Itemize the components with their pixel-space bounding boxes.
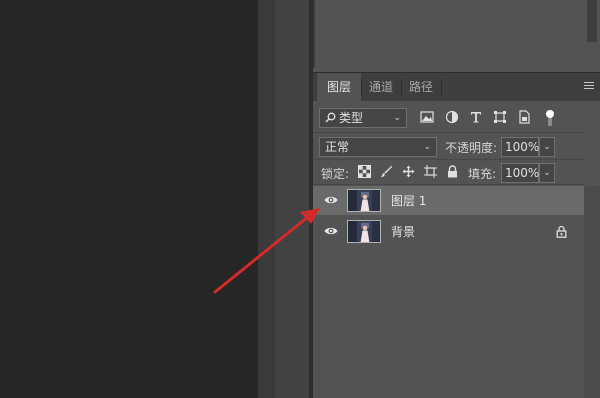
filter-kind-label: 类型 <box>339 111 364 125</box>
lock-all-icon[interactable] <box>446 165 459 178</box>
tab-channels[interactable]: 通道 <box>361 73 401 101</box>
row-separator <box>313 159 585 160</box>
lock-artboard-icon[interactable] <box>424 165 437 178</box>
panel-menu-icon[interactable] <box>584 82 594 91</box>
lock-label: 锁定: <box>321 167 350 181</box>
layers-panel-dock: 图层 通道 路径 类型 ⌄ 正常 ⌄ 不透明度: 100% ⌄ 锁定: 填充: … <box>313 0 600 398</box>
smart-object-filter-icon[interactable] <box>517 110 531 124</box>
upper-panel <box>313 0 600 68</box>
tool-strip <box>258 0 275 398</box>
lock-position-icon[interactable] <box>402 165 415 178</box>
adjustment-filter-icon[interactable] <box>445 110 459 124</box>
collapsed-panel-strip <box>275 0 309 398</box>
row-separator <box>313 132 585 133</box>
upper-panel-scrollbar[interactable] <box>587 0 597 42</box>
image-filter-icon[interactable] <box>420 110 434 124</box>
eye-icon[interactable] <box>324 195 338 205</box>
type-filter-icon[interactable] <box>469 110 483 124</box>
fill-input[interactable]: 100% <box>501 163 539 183</box>
lock-icon[interactable] <box>556 225 567 238</box>
shape-filter-icon[interactable] <box>493 110 507 124</box>
layer-name: 图层 1 <box>391 194 427 208</box>
chevron-down-icon: ⌄ <box>423 142 431 152</box>
lock-transparent-pixels-icon[interactable] <box>358 165 371 178</box>
layer-filter-dropdown[interactable]: 类型 ⌄ <box>319 108 407 128</box>
blend-mode-dropdown[interactable]: 正常 ⌄ <box>319 137 437 157</box>
fill-label: 填充: <box>468 167 497 181</box>
blend-mode-value: 正常 <box>325 140 350 154</box>
layer-name: 背景 <box>391 225 416 239</box>
layer-thumbnail <box>347 189 381 212</box>
lock-image-pixels-icon[interactable] <box>380 165 393 178</box>
tab-paths[interactable]: 路径 <box>401 73 441 101</box>
layer-thumbnail <box>347 220 381 243</box>
filter-toggle[interactable] <box>546 110 554 126</box>
tab-layers[interactable]: 图层 <box>317 73 361 101</box>
tab-separator <box>441 79 442 95</box>
eye-icon[interactable] <box>324 226 338 236</box>
opacity-label: 不透明度: <box>445 141 498 155</box>
chevron-down-icon: ⌄ <box>543 142 551 152</box>
layers-scrollbar[interactable] <box>584 186 600 398</box>
chevron-down-icon: ⌄ <box>393 113 401 123</box>
opacity-dropdown-button[interactable]: ⌄ <box>539 137 555 157</box>
layer-row-layer1[interactable]: 图层 1 <box>313 186 584 215</box>
search-icon <box>325 112 336 123</box>
chevron-down-icon: ⌄ <box>543 168 551 178</box>
fill-dropdown-button[interactable]: ⌄ <box>539 163 555 183</box>
document-canvas[interactable] <box>0 0 258 398</box>
opacity-input[interactable]: 100% <box>501 137 539 157</box>
row-separator <box>313 184 585 185</box>
layer-row-background[interactable]: 背景 <box>313 217 584 246</box>
panel-tab-bar: 图层 通道 路径 <box>313 72 600 101</box>
